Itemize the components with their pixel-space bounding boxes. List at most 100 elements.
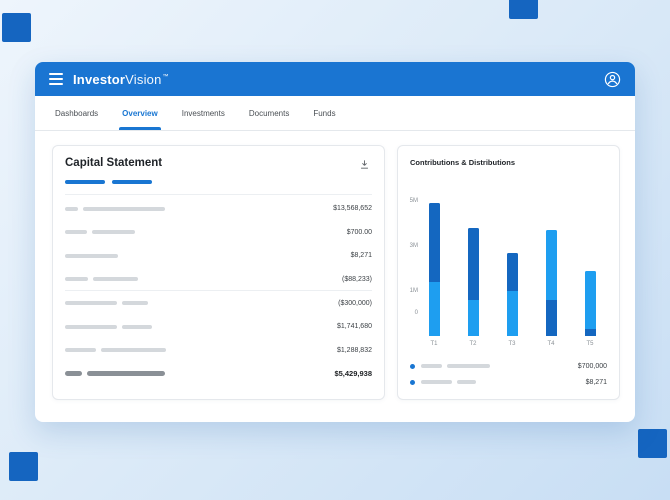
statement-rows: $13,568,652 $700.00 $8,271 ($88,233) ($300,0… [53,195,384,386]
brand-light: Vision [125,72,161,87]
bar-segment-light [507,291,518,336]
bar-segment-light [585,271,596,330]
decor-square-top-left [2,13,31,42]
row-label-skeleton [65,277,138,281]
bar-segment-light [468,300,479,336]
row-value: ($88,233) [342,276,372,283]
row-value: ($300,000) [338,300,372,307]
tab-dashboards[interactable]: Dashboards [55,96,98,130]
skeleton-bar [87,371,165,376]
main-app-card: InvestorVision™ Dashboards Overview Invest… [35,62,635,422]
chart-bar-T2 [468,228,479,336]
statement-row: ($88,233) [65,268,372,292]
app-header: InvestorVision™ [35,62,635,96]
legend-dot-icon [410,364,415,369]
brand-logo: InvestorVision™ [73,72,169,87]
bar-segment-dark [546,300,557,336]
row-value: $5,429,938 [334,369,372,378]
y-tick-0: 0 [398,310,418,316]
skeleton-bar [421,364,442,368]
chart-title: Contributions & Distributions [398,146,619,167]
legend-dot-icon [410,380,415,385]
legend-value: $700,000 [578,363,607,370]
decor-square-bottom-right [638,429,667,458]
nav-tabs: Dashboards Overview Investments Documents Fu… [35,96,635,131]
skeleton-bar [83,207,165,211]
statement-row: $1,741,680 [65,315,372,339]
legend-row: $8,271 [410,374,607,390]
row-value: $13,568,652 [333,205,372,212]
contributions-panel: Contributions & Distributions 5M 3M 1M 0 T1 T… [397,145,620,400]
statement-total-row: $5,429,938 [65,362,372,386]
row-label-skeleton [65,254,118,258]
skeleton-bar [65,325,117,329]
skeleton-bar [122,325,152,329]
statement-row: ($300,000) [65,291,372,315]
x-tick-T3: T3 [502,341,522,347]
row-label-skeleton [65,348,166,352]
chart-plot: 5M3M1M0T1T2T3T4T5 [398,186,619,356]
y-tick-3M: 3M [398,243,418,249]
row-label-skeleton [65,325,152,329]
page-background: InvestorVision™ Dashboards Overview Invest… [0,0,670,500]
tab-funds[interactable]: Funds [313,96,335,130]
download-button[interactable] [357,157,372,172]
decor-square-bottom-left [9,452,38,481]
skeleton-bar [65,371,82,376]
bar-segment-dark [507,253,518,291]
row-value: $1,741,680 [337,323,372,330]
statement-row: $13,568,652 [65,197,372,221]
row-label-skeleton [65,371,165,376]
chart-bar-T3 [507,253,518,336]
chart-bar-T1 [429,203,440,336]
legend-row: $700,000 [410,358,607,374]
skeleton-bar [122,301,148,305]
chart-bar-T5 [585,271,596,336]
statement-row: $8,271 [65,244,372,268]
bar-segment-light [429,282,440,336]
bar-segment-dark [585,329,596,336]
skeleton-bar [65,230,87,234]
skeleton-bar [65,277,88,281]
menu-icon[interactable] [49,73,63,85]
skeleton-bar [93,277,138,281]
skeleton-bar [65,348,96,352]
legend-label-skeleton [421,364,490,368]
tab-investments[interactable]: Investments [182,96,225,130]
row-label-skeleton [65,301,148,305]
x-tick-T1: T1 [424,341,444,347]
decor-square-top-middle [509,0,538,19]
legend-label-skeleton [421,380,476,384]
y-tick-5M: 5M [398,198,418,204]
chart-bar-T4 [546,230,557,336]
row-value: $1,288,832 [337,347,372,354]
statement-tab-skeletons [65,180,372,184]
y-tick-1M: 1M [398,288,418,294]
skeleton-bar [92,230,135,234]
statement-row: $700.00 [65,221,372,245]
account-icon[interactable] [604,71,621,88]
row-label-skeleton [65,230,135,234]
capital-statement-header: Capital Statement [53,146,384,195]
tab-documents[interactable]: Documents [249,96,289,130]
skeleton-bar [421,380,452,384]
skeleton-bar [65,301,117,305]
row-label-skeleton [65,207,165,211]
chart-legend: $700,000 $8,271 [398,358,619,390]
skeleton-bar [65,254,118,258]
tab-overview[interactable]: Overview [122,96,158,130]
x-tick-T5: T5 [580,341,600,347]
skeleton-bar [101,348,166,352]
skeleton-bar [447,364,490,368]
x-tick-T2: T2 [463,341,483,347]
bar-segment-dark [468,228,479,300]
brand-trademark: ™ [163,74,169,80]
row-value: $8,271 [351,252,372,259]
download-icon [359,159,370,170]
skeleton-bar [65,207,78,211]
brand-bold: Investor [73,72,125,87]
statement-row: $1,288,832 [65,339,372,363]
bar-segment-light [546,230,557,300]
legend-value: $8,271 [586,379,607,386]
row-value: $700.00 [347,229,372,236]
